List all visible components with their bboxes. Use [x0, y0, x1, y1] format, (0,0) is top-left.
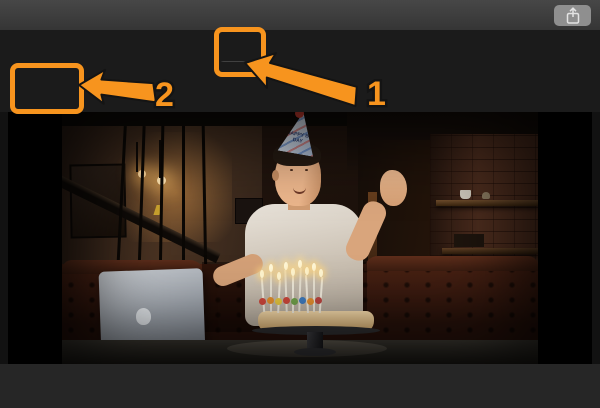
video-frame: HAPPY B-DAY [62, 112, 538, 364]
video-stage[interactable]: HAPPY B-DAY [8, 112, 592, 364]
adjust-toolbar: Reset All [0, 30, 600, 91]
crop-options-bar: Crop Reset [0, 62, 600, 160]
video-editor-window: Reset All Crop Reset [0, 0, 600, 408]
share-button[interactable] [554, 5, 591, 26]
player-bar [0, 364, 600, 408]
scene-vignette [62, 112, 538, 364]
titlebar [0, 0, 600, 31]
share-icon [566, 6, 579, 24]
viewer-area: HAPPY B-DAY [0, 112, 600, 364]
